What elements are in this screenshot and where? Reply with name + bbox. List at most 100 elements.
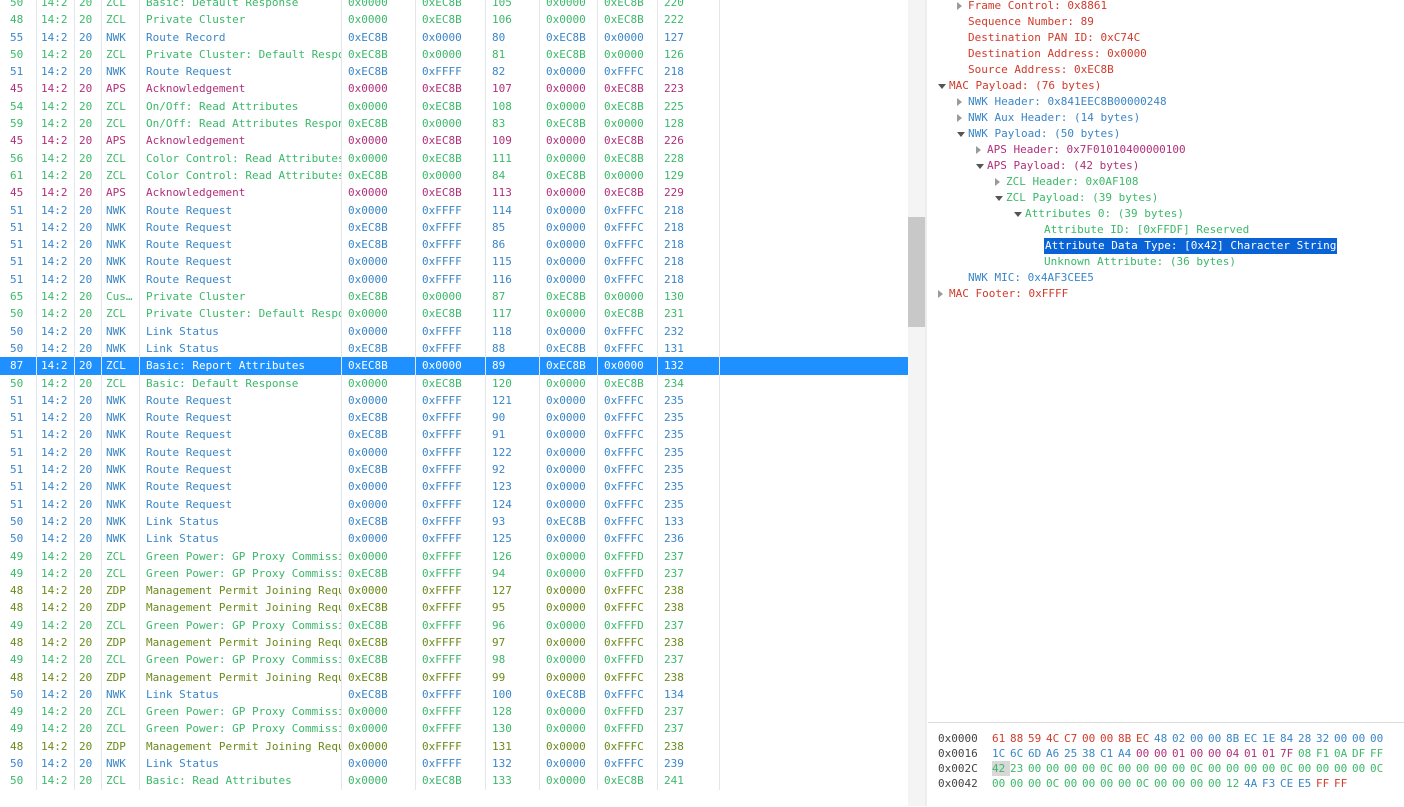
hex-byte[interactable]: 00 <box>1118 776 1136 791</box>
hex-byte[interactable]: 00 <box>1352 731 1370 746</box>
hex-byte[interactable]: 00 <box>1064 776 1082 791</box>
table-row[interactable]: 48 14:2 20 ZDP Management Permit Joining Req… <box>0 582 908 600</box>
table-row[interactable]: 49 14:2 20 ZCL Green Power: GP Proxy Commiss… <box>0 651 908 669</box>
hex-byte[interactable]: 7F <box>1280 746 1298 761</box>
hex-byte[interactable]: A6 <box>1046 746 1064 761</box>
hex-byte[interactable]: 00 <box>1154 746 1172 761</box>
hex-byte[interactable]: 00 <box>1298 761 1316 776</box>
hex-byte[interactable]: 00 <box>1208 746 1226 761</box>
hex-byte[interactable]: CE <box>1280 776 1298 791</box>
hex-byte[interactable]: 1C <box>992 746 1010 761</box>
table-row[interactable]: 49 14:2 20 ZCL Green Power: GP Proxy Commiss… <box>0 616 908 634</box>
table-row[interactable]: 51 14:2 20 NWK Route Request 0xEC8B 0xFFFF 86 0x… <box>0 236 908 254</box>
table-row[interactable]: 45 14:2 20 APS Acknowledgement 0x0000 0xEC8B 10… <box>0 132 908 150</box>
pane-splitter[interactable] <box>925 0 927 806</box>
table-row[interactable]: 50 14:2 20 NWK Link Status 0xEC8B 0xFFFF 88 0xEC… <box>0 339 908 358</box>
tree-node[interactable]: ZCL Payload: (39 bytes) <box>928 190 1404 206</box>
hex-byte[interactable]: 01 <box>1172 746 1190 761</box>
tree-node[interactable]: Destination PAN ID: 0xC74C <box>928 30 1404 46</box>
tree-node[interactable]: NWK Aux Header: (14 bytes) <box>928 110 1404 126</box>
scrollbar-thumb[interactable] <box>908 217 925 327</box>
table-row[interactable]: 48 14:2 20 ZDP Management Permit Joining Req… <box>0 633 908 652</box>
table-row[interactable]: 51 14:2 20 NWK Route Request 0xEC8B 0xFFFF 91 0x… <box>0 426 908 444</box>
table-row[interactable]: 45 14:2 20 APS Acknowledgement 0x0000 0xEC8B 11… <box>0 184 908 202</box>
hex-byte[interactable]: 00 <box>1370 731 1388 746</box>
hex-byte[interactable]: 00 <box>1226 761 1244 776</box>
hex-byte[interactable]: 00 <box>1172 776 1190 791</box>
hex-byte[interactable]: 4C <box>1046 731 1064 746</box>
hex-byte[interactable]: 00 <box>1082 761 1100 776</box>
hex-byte[interactable]: 0C <box>1190 761 1208 776</box>
hex-byte[interactable]: FF <box>1370 746 1388 761</box>
chevron-down-icon[interactable] <box>938 84 946 89</box>
table-row[interactable]: 59 14:2 20 ZCL On/Off: Read Attributes Respo… <box>0 115 908 133</box>
table-row[interactable]: 61 14:2 20 ZCL Color Control: Read Attribute… <box>0 166 908 185</box>
tree-node[interactable]: Attributes 0: (39 bytes) <box>928 206 1404 222</box>
hex-byte[interactable]: 04 <box>1226 746 1244 761</box>
tree-node[interactable]: Frame Control: 0x8861 <box>928 0 1404 14</box>
tree-node[interactable]: NWK Payload: (50 bytes) <box>928 126 1404 142</box>
chevron-down-icon[interactable] <box>1014 212 1022 217</box>
hex-byte[interactable]: 01 <box>1244 746 1262 761</box>
table-row[interactable]: 51 14:2 20 NWK Route Request 0x0000 0xFFFF 115 0… <box>0 253 908 271</box>
table-row[interactable]: 65 14:2 20 Cus… Private Cluster 0xEC8B 0x0000 8… <box>0 288 908 306</box>
hex-byte[interactable]: 00 <box>1208 776 1226 791</box>
hex-byte[interactable]: 28 <box>1298 731 1316 746</box>
hex-byte[interactable]: 00 <box>1190 731 1208 746</box>
tree-node[interactable]: NWK MIC: 0x4AF3CEE5 <box>928 270 1404 286</box>
hex-byte[interactable]: 6D <box>1028 746 1046 761</box>
chevron-right-icon[interactable] <box>957 98 962 106</box>
chevron-right-icon[interactable] <box>957 2 962 10</box>
hex-byte[interactable]: 00 <box>1064 761 1082 776</box>
hex-byte[interactable]: 0C <box>1046 776 1064 791</box>
table-row[interactable]: 51 14:2 20 NWK Route Request 0x0000 0xFFFF 123 0… <box>0 478 908 496</box>
hex-byte[interactable]: 08 <box>1298 746 1316 761</box>
hex-byte[interactable]: 8B <box>1226 731 1244 746</box>
tree-node[interactable]: MAC Payload: (76 bytes) <box>928 78 1404 94</box>
hex-byte[interactable]: 32 <box>1316 731 1334 746</box>
hex-byte[interactable]: 1E <box>1262 731 1280 746</box>
hex-byte[interactable]: 0A <box>1334 746 1352 761</box>
table-row[interactable]: 49 14:2 20 ZCL Green Power: GP Proxy Commiss… <box>0 547 908 565</box>
tree-node[interactable]: NWK Header: 0x841EEC8B00000248 <box>928 94 1404 110</box>
hex-byte[interactable]: 0C <box>1370 761 1388 776</box>
hex-byte[interactable]: E5 <box>1298 776 1316 791</box>
hex-byte[interactable]: 00 <box>1208 761 1226 776</box>
hex-byte[interactable]: 00 <box>1244 761 1262 776</box>
hex-byte[interactable]: 25 <box>1064 746 1082 761</box>
table-row[interactable]: 51 14:2 20 NWK Route Request 0x0000 0xFFFF 122 0… <box>0 443 908 462</box>
hex-byte[interactable]: EC <box>1244 731 1262 746</box>
hex-byte[interactable]: 00 <box>1190 776 1208 791</box>
table-row[interactable]: 54 14:2 20 ZCL On/Off: Read Attributes 0x0000… <box>0 97 908 116</box>
hex-byte[interactable]: 0C <box>1100 761 1118 776</box>
hex-byte[interactable]: 88 <box>1010 731 1028 746</box>
hex-byte[interactable]: F3 <box>1262 776 1280 791</box>
hex-byte[interactable]: C1 <box>1100 746 1118 761</box>
table-row[interactable]: 50 14:2 20 ZCL Basic: Read Attributes 0x0000 0… <box>0 772 908 790</box>
hex-byte[interactable]: 00 <box>1028 761 1046 776</box>
hex-byte[interactable]: A4 <box>1118 746 1136 761</box>
hex-byte[interactable]: 00 <box>1352 761 1370 776</box>
chevron-right-icon[interactable] <box>976 146 981 154</box>
hex-byte[interactable]: 6C <box>1010 746 1028 761</box>
chevron-right-icon[interactable] <box>938 290 943 298</box>
table-row[interactable]: 50 14:2 20 NWK Link Status 0x0000 0xFFFF 118 0x0… <box>0 322 908 340</box>
hex-byte[interactable]: 48 <box>1154 731 1172 746</box>
hex-byte[interactable]: 00 <box>1334 731 1352 746</box>
hex-byte[interactable]: 59 <box>1028 731 1046 746</box>
hex-byte[interactable]: DF <box>1352 746 1370 761</box>
table-row[interactable]: 48 14:2 20 ZDP Management Permit Joining Req… <box>0 599 908 617</box>
hex-byte[interactable]: 00 <box>1118 761 1136 776</box>
table-row[interactable]: 48 14:2 20 ZDP Management Permit Joining Req… <box>0 737 908 756</box>
hex-byte[interactable]: FF <box>1334 776 1352 791</box>
hex-byte[interactable]: 00 <box>1136 746 1154 761</box>
table-row[interactable]: 48 14:2 20 ZCL Private Cluster 0x0000 0xEC8B 10… <box>0 11 908 29</box>
hex-byte[interactable]: 84 <box>1280 731 1298 746</box>
table-row[interactable]: 51 14:2 20 NWK Route Request 0x0000 0xFFFF 114 0… <box>0 201 908 219</box>
hex-byte[interactable]: EC <box>1136 731 1154 746</box>
hex-byte[interactable]: 00 <box>1154 776 1172 791</box>
packet-list-scrollbar[interactable] <box>908 0 925 806</box>
table-row[interactable]: 49 14:2 20 ZCL Green Power: GP Proxy Commiss… <box>0 703 908 721</box>
table-row[interactable]: 45 14:2 20 APS Acknowledgement 0x0000 0xEC8B 10… <box>0 80 908 98</box>
table-row[interactable]: 51 14:2 20 NWK Route Request 0xEC8B 0xFFFF 82 0x… <box>0 63 908 81</box>
